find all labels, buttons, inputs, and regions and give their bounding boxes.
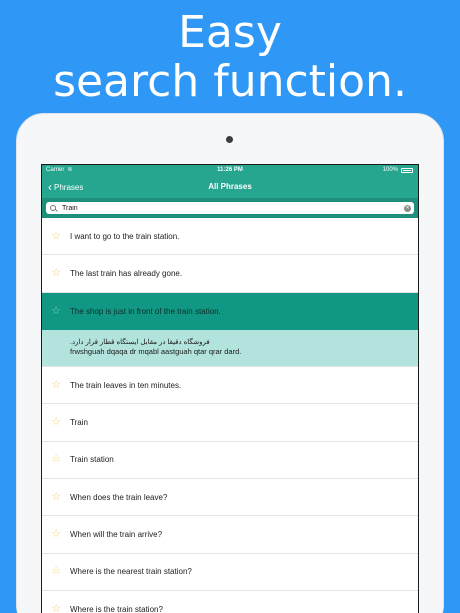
battery-percent: 100% xyxy=(382,167,398,173)
star-icon[interactable]: ☆ xyxy=(42,454,70,465)
app-screen: Carrier ≋ 11:26 PM 100% ‹ Phrases All Ph… xyxy=(41,164,419,613)
phrase-list: ☆ I want to go to the train station. ☆ T… xyxy=(42,218,418,613)
star-icon[interactable]: ☆ xyxy=(42,491,70,503)
phrase-label: Where is the nearest train station? xyxy=(70,567,192,577)
search-input[interactable] xyxy=(60,202,404,214)
star-icon[interactable]: ☆ xyxy=(42,267,70,279)
phrase-label: Train xyxy=(70,418,88,428)
phrase-row-selected[interactable]: ☆ The shop is just in front of the train… xyxy=(42,292,418,330)
phrase-label: I want to go to the train station. xyxy=(70,231,180,241)
battery-icon xyxy=(401,167,413,173)
star-icon[interactable]: ☆ xyxy=(42,603,70,613)
phrase-row[interactable]: ☆ The last train has already gone. xyxy=(42,255,418,293)
phrase-row[interactable]: ☆ Where is the train station? xyxy=(42,590,418,613)
phrase-row[interactable]: ☆ I want to go to the train station. xyxy=(42,218,418,256)
phrase-label: The last train has already gone. xyxy=(70,268,183,278)
promo-headline-line1: Easy xyxy=(178,7,282,58)
phrase-label: When will the train arrive? xyxy=(70,530,163,540)
search-bar: ✕ xyxy=(42,198,418,218)
star-icon[interactable]: ☆ xyxy=(42,417,70,428)
star-icon[interactable]: ☆ xyxy=(42,230,70,242)
clear-icon[interactable]: ✕ xyxy=(404,204,411,212)
phrase-label: When does the train leave? xyxy=(70,492,168,502)
status-bar: Carrier ≋ 11:26 PM 100% xyxy=(42,165,418,175)
promo-headline-line2: search function. xyxy=(53,56,407,107)
phrase-label: The shop is just in front of the train s… xyxy=(70,306,221,316)
star-icon[interactable]: ☆ xyxy=(42,379,70,391)
status-time: 11:26 PM xyxy=(217,167,243,173)
star-icon[interactable]: ☆ xyxy=(42,305,70,317)
page-title: All Phrases xyxy=(208,182,252,191)
camera-dot xyxy=(226,136,233,143)
phrase-label: Train station xyxy=(70,455,114,465)
star-icon[interactable]: ☆ xyxy=(42,529,70,540)
phrase-row[interactable]: ☆ When does the train leave? xyxy=(42,479,418,517)
phrase-row[interactable]: ☆ The train leaves in ten minutes. xyxy=(42,367,418,405)
phrase-row[interactable]: ☆ Train station xyxy=(42,441,418,480)
phrase-label: Where is the train station? xyxy=(70,604,163,613)
search-icon xyxy=(50,202,60,214)
star-icon[interactable]: ☆ xyxy=(42,566,70,577)
phrase-row[interactable]: ☆ Where is the nearest train station? xyxy=(42,553,418,591)
translation-persian: فروشگاه دقيقا در مقابل ايستگاه قطار قرار… xyxy=(70,338,210,346)
phrase-label: The train leaves in ten minutes. xyxy=(70,380,182,390)
translation-transliteration: frwshguah dqaqa dr mqabl aastguah qtar q… xyxy=(70,346,242,356)
search-box[interactable]: ✕ xyxy=(46,202,414,214)
phrase-translation-panel: فروشگاه دقيقا در مقابل ايستگاه قطار قرار… xyxy=(42,329,418,368)
phrase-row[interactable]: ☆ Train xyxy=(42,404,418,442)
navigation-bar: Carrier ≋ 11:26 PM 100% ‹ Phrases All Ph… xyxy=(42,165,418,198)
phrase-row[interactable]: ☆ When will the train arrive? xyxy=(42,516,418,554)
